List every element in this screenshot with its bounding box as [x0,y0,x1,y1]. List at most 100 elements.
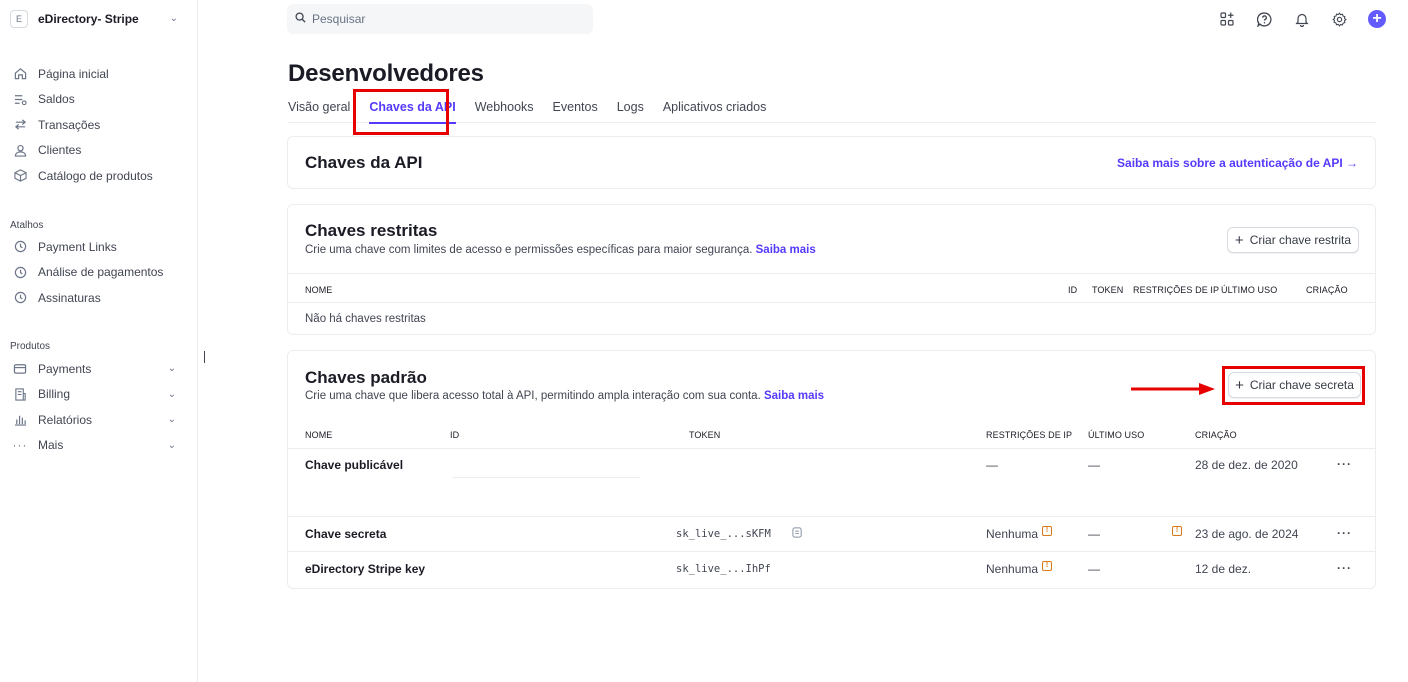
col-token: TOKEN [689,430,721,440]
sidebar-item-label: Saldos [38,92,75,107]
sidebar-item-reports[interactable]: Relatórios ⌄ [0,407,198,433]
button-label: Criar chave restrita [1249,233,1352,247]
search-input[interactable] [312,12,572,26]
sidebar-item-billing[interactable]: Billing ⌄ [0,382,198,408]
standard-learn-more-link[interactable]: Saiba mais [764,390,824,402]
table-row[interactable]: Chave secreta sk_live_...sKFM Nenhuma ! … [288,517,1375,552]
highlight-box-tab [353,89,449,135]
tab-overview[interactable]: Visão geral [288,98,350,123]
key-name: eDirectory Stripe key [305,562,426,576]
row-menu-icon[interactable]: ··· [1337,526,1352,540]
col-last-use: ÚLTIMO USO [1088,430,1145,440]
key-name: Chave secreta [305,527,387,541]
top-actions: + [1218,10,1406,28]
balance-icon [13,92,27,106]
bell-icon[interactable] [1293,10,1311,28]
standard-table-header: NOME ID TOKEN RESTRIÇÕES DE IP ÚLTIMO US… [288,419,1375,449]
more-icon: ··· [12,438,28,453]
col-ip-restrictions: RESTRIÇÕES DE IP [986,430,1073,440]
sidebar-item-products[interactable]: Catálogo de produtos [0,163,198,189]
chevron-down-icon: ⌄ [169,13,178,24]
help-icon[interactable] [1256,10,1274,28]
col-id: ID [1068,285,1078,295]
sidebar-item-payments[interactable]: Payments ⌄ [0,356,198,382]
clock-icon [13,291,27,305]
sidebar-item-label: Billing [38,387,71,402]
sidebar-item-balances[interactable]: Saldos [0,87,198,113]
sidebar-item-home[interactable]: Página inicial [0,61,198,87]
create-plus-icon[interactable]: + [1368,10,1386,28]
highlight-box-button [1222,366,1365,405]
plus-icon: + [1234,231,1244,249]
col-last-use: ÚLTIMO USO [1221,285,1278,295]
standard-subtitle-text: Crie uma chave que libera acesso total à… [305,390,761,402]
sidebar-item-label: Clientes [38,143,82,158]
sidebar-item-subscriptions[interactable]: Assinaturas [0,285,198,311]
col-token: TOKEN [1092,285,1124,295]
copy-icon[interactable] [792,527,803,541]
restricted-keys-card: Chaves restritas Crie uma chave com limi… [287,204,1376,335]
sidebar-resize-handle[interactable] [204,351,205,363]
sidebar-item-label: Relatórios [38,412,93,427]
payments-icon [13,362,27,376]
standard-keys-subtitle: Crie uma chave que libera acesso total à… [305,390,824,402]
last-use: — [1088,562,1100,576]
ip-restrictions: Nenhuma [986,562,1039,576]
restricted-keys-title: Chaves restritas [305,221,438,240]
key-token[interactable]: sk_live_...IhPf [676,563,771,575]
search-bar[interactable] [287,4,593,34]
red-arrow-icon [1131,383,1215,395]
key-token[interactable]: sk_live_...sKFM [676,528,771,540]
sidebar-item-payment-analysis[interactable]: Análise de pagamentos [0,260,198,286]
sidebar-item-label: Payment Links [38,239,117,254]
api-auth-link[interactable]: Saiba mais sobre a autenticação de API → [1117,156,1358,170]
clock-icon [13,240,27,254]
row-menu-icon[interactable]: ··· [1337,561,1352,575]
row-menu-icon[interactable]: ··· [1337,457,1352,471]
sidebar: E eDirectory- Stripe ⌄ Página inicial Sa… [0,0,198,682]
tabs: Visão geral Chaves da API Webhooks Event… [288,98,1376,124]
created-date: 12 de dez. [1195,562,1252,576]
sidebar-item-transactions[interactable]: Transações [0,112,198,138]
col-ip-restrictions: RESTRIÇÕES DE IP [1133,285,1220,295]
sidebar-item-label: Análise de pagamentos [38,265,164,280]
apps-icon[interactable] [1218,10,1236,28]
created-date: 23 de ago. de 2024 [1195,527,1299,541]
tab-events[interactable]: Eventos [553,98,598,123]
col-name: NOME [305,430,333,440]
table-row[interactable]: Chave publicável — — 28 de dez. de 2020 … [288,449,1375,517]
col-created: CRIAÇÃO [1306,285,1348,295]
gear-icon[interactable] [1331,10,1349,28]
sidebar-item-payment-links[interactable]: Payment Links [0,234,198,260]
sidebar-item-label: Transações [38,117,101,132]
tab-webhooks[interactable]: Webhooks [475,98,534,123]
products-nav: Payments ⌄ Billing ⌄ Relatórios ⌄ ··· Ma… [0,356,198,458]
last-use: — [1088,527,1100,541]
main-nav: Página inicial Saldos Transações Cliente… [0,61,198,189]
chevron-down-icon: ⌄ [167,388,176,400]
sidebar-item-customers[interactable]: Clientes [0,138,198,164]
create-restricted-key-button[interactable]: + Criar chave restrita [1227,227,1359,253]
ip-restrictions: — [986,458,998,472]
arrows-icon [13,118,27,132]
account-switcher[interactable]: E eDirectory- Stripe ⌄ [10,9,188,29]
chevron-down-icon: ⌄ [167,439,176,451]
restricted-learn-more-link[interactable]: Saiba mais [756,244,816,256]
sidebar-item-more[interactable]: ··· Mais ⌄ [0,433,198,459]
billing-icon [13,387,27,401]
tab-created-apps[interactable]: Aplicativos criados [663,98,767,123]
shortcuts-title: Atalhos [10,220,44,231]
sidebar-item-label: Payments [38,361,92,376]
restricted-table-header: NOME ID TOKEN RESTRIÇÕES DE IP ÚLTIMO US… [288,273,1375,303]
sidebar-item-label: Catálogo de produtos [38,168,153,183]
table-row[interactable]: eDirectory Stripe key sk_live_...IhPf Ne… [288,552,1375,588]
home-icon [13,67,27,81]
api-keys-title: Chaves da API [305,153,423,172]
products-title: Produtos [10,341,51,352]
created-date: 28 de dez. de 2020 [1195,458,1298,472]
standard-keys-title: Chaves padrão [305,368,427,387]
account-name: eDirectory- Stripe [38,12,139,26]
key-name: Chave publicável [305,458,404,472]
tab-logs[interactable]: Logs [617,98,644,123]
page-title: Desenvolvedores [288,60,484,87]
